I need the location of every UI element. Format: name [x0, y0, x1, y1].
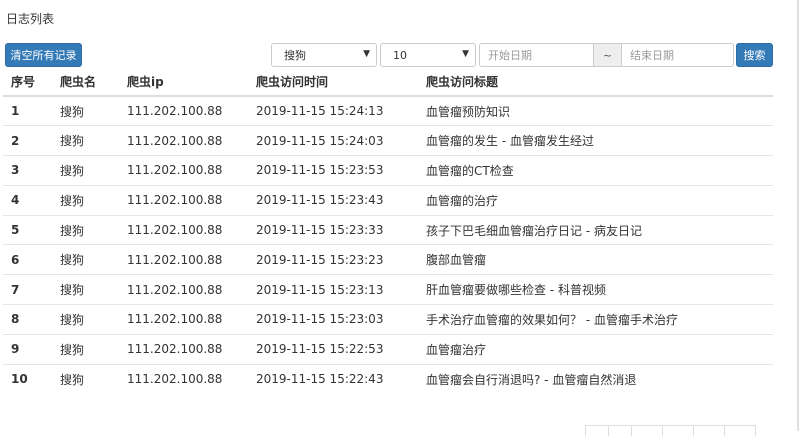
clear-all-logs-button[interactable]: 清空所有记录	[5, 43, 82, 67]
date-range-group: ~	[479, 43, 734, 67]
row-crawler-name: 搜狗	[52, 304, 119, 335]
chevron-down-icon: ▼	[462, 49, 469, 59]
row-crawler-ip: 111.202.100.88	[119, 244, 248, 275]
row-visit-time: 2019-11-15 15:24:03	[248, 125, 418, 156]
row-crawler-name: 搜狗	[52, 244, 119, 275]
crawler-select-value: 搜狗	[284, 49, 306, 62]
row-visit-time: 2019-11-15 15:23:03	[248, 304, 418, 335]
row-crawler-ip: 111.202.100.88	[119, 274, 248, 305]
row-index: 7	[3, 274, 52, 305]
date-range-separator: ~	[594, 43, 621, 67]
row-visit-title: 血管瘤会自行消退吗? - 血管瘤自然消退	[418, 363, 773, 394]
row-crawler-name: 搜狗	[52, 274, 119, 305]
row-crawler-ip: 111.202.100.88	[119, 95, 248, 126]
row-visit-time: 2019-11-15 15:23:53	[248, 155, 418, 186]
row-crawler-name: 搜狗	[52, 214, 119, 245]
row-visit-title: 血管瘤的CT检查	[418, 155, 773, 186]
table-row: 6 搜狗 111.202.100.88 2019-11-15 15:23:23 …	[3, 244, 773, 275]
row-crawler-name: 搜狗	[52, 333, 119, 365]
row-index: 5	[3, 214, 52, 245]
row-index: 4	[3, 184, 52, 216]
search-button[interactable]: 搜索	[736, 43, 773, 67]
row-visit-title: 肝血管瘤要做哪些检查 - 科普视频	[418, 274, 773, 305]
row-crawler-name: 搜狗	[52, 125, 119, 156]
row-crawler-name: 搜狗	[52, 155, 119, 186]
row-visit-title: 手术治疗血管瘤的效果如何？ - 血管瘤手术治疗	[418, 304, 773, 335]
column-header-visit-title: 爬虫访问标题	[418, 67, 773, 97]
row-index: 2	[3, 125, 52, 156]
table-header-row: 序号 爬虫名 爬虫ip 爬虫访问时间 爬虫访问标题	[3, 67, 773, 97]
row-index: 10	[3, 363, 52, 394]
column-header-crawler-name: 爬虫名	[52, 67, 119, 97]
row-index: 1	[3, 95, 52, 126]
table-row: 10 搜狗 111.202.100.88 2019-11-15 15:22:43…	[3, 363, 773, 394]
row-crawler-name: 搜狗	[52, 184, 119, 216]
table-row: 9 搜狗 111.202.100.88 2019-11-15 15:22:53 …	[3, 333, 773, 365]
row-visit-time: 2019-11-15 15:23:13	[248, 274, 418, 305]
row-visit-title: 血管瘤的发生 - 血管瘤发生经过	[418, 125, 773, 156]
table-row: 2 搜狗 111.202.100.88 2019-11-15 15:24:03 …	[3, 125, 773, 156]
row-crawler-ip: 111.202.100.88	[119, 155, 248, 186]
row-visit-title: 血管瘤预防知识	[418, 95, 773, 126]
table-row: 8 搜狗 111.202.100.88 2019-11-15 15:23:03 …	[3, 304, 773, 335]
row-index: 3	[3, 155, 52, 186]
row-crawler-ip: 111.202.100.88	[119, 363, 248, 394]
row-visit-time: 2019-11-15 15:22:53	[248, 333, 418, 365]
row-visit-title: 血管瘤治疗	[418, 333, 773, 365]
row-index: 9	[3, 333, 52, 365]
row-visit-title: 孩子下巴毛细血管瘤治疗日记 - 病友日记	[418, 214, 773, 245]
start-date-input[interactable]	[479, 43, 594, 67]
column-header-crawler-ip: 爬虫ip	[119, 67, 248, 97]
row-index: 6	[3, 244, 52, 275]
row-index: 8	[3, 304, 52, 335]
row-visit-title: 血管瘤的治疗	[418, 184, 773, 216]
row-visit-title: 腹部血管瘤	[418, 244, 773, 275]
row-crawler-ip: 111.202.100.88	[119, 333, 248, 365]
table-row: 1 搜狗 111.202.100.88 2019-11-15 15:24:13 …	[3, 95, 773, 126]
row-visit-time: 2019-11-15 15:23:43	[248, 184, 418, 216]
table-row: 7 搜狗 111.202.100.88 2019-11-15 15:23:13 …	[3, 274, 773, 305]
row-visit-time: 2019-11-15 15:22:43	[248, 363, 418, 394]
chevron-down-icon: ▼	[363, 49, 370, 59]
table-row: 4 搜狗 111.202.100.88 2019-11-15 15:23:43 …	[3, 184, 773, 216]
crawler-select[interactable]: 搜狗 ▼	[271, 43, 377, 67]
row-crawler-name: 搜狗	[52, 363, 119, 394]
row-crawler-name: 搜狗	[52, 95, 119, 126]
row-crawler-ip: 111.202.100.88	[119, 214, 248, 245]
page-size-select-value: 10	[393, 48, 407, 62]
table-row: 5 搜狗 111.202.100.88 2019-11-15 15:23:33 …	[3, 214, 773, 245]
column-header-index: 序号	[3, 67, 52, 97]
row-visit-time: 2019-11-15 15:24:13	[248, 95, 418, 126]
table-row: 3 搜狗 111.202.100.88 2019-11-15 15:23:53 …	[3, 155, 773, 186]
row-visit-time: 2019-11-15 15:23:23	[248, 244, 418, 275]
row-visit-time: 2019-11-15 15:23:33	[248, 214, 418, 245]
page-title: 日志列表	[6, 12, 55, 26]
row-crawler-ip: 111.202.100.88	[119, 184, 248, 216]
row-crawler-ip: 111.202.100.88	[119, 125, 248, 156]
end-date-input[interactable]	[621, 43, 734, 67]
column-header-visit-time: 爬虫访问时间	[248, 67, 418, 97]
log-table: 序号 爬虫名 爬虫ip 爬虫访问时间 爬虫访问标题 1 搜狗 111.202.1…	[3, 67, 773, 394]
row-crawler-ip: 111.202.100.88	[119, 304, 248, 335]
page-size-select[interactable]: 10 ▼	[380, 43, 476, 67]
